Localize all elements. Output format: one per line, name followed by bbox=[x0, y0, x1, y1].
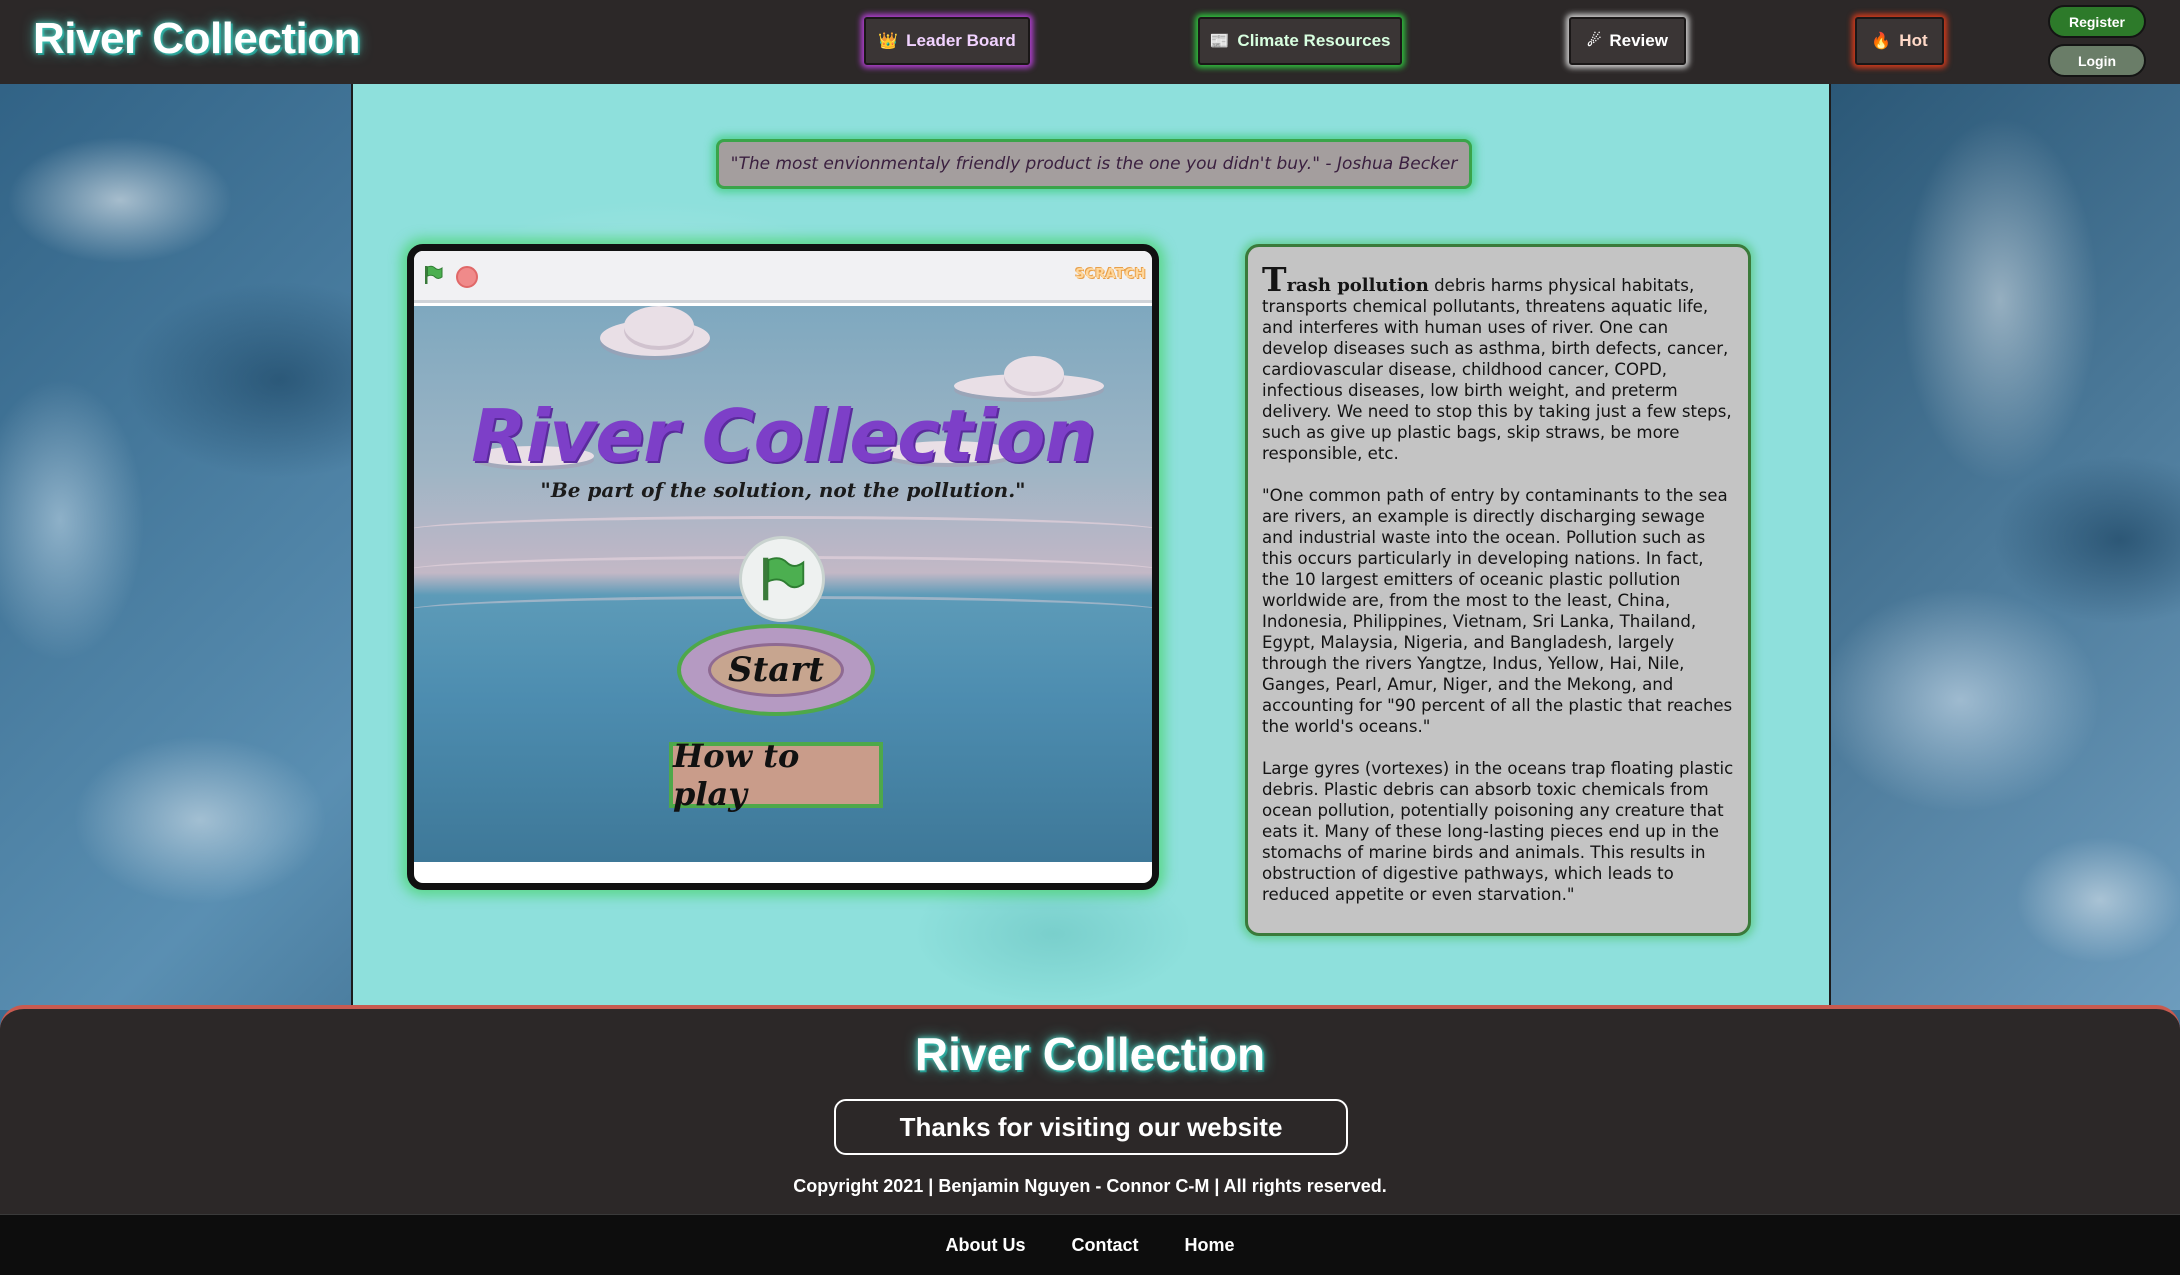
nav-climate-resources-button[interactable]: 📰 Climate Resources bbox=[1198, 17, 1402, 65]
info-lead: rash pollution bbox=[1286, 275, 1429, 296]
crown-icon: 👑 bbox=[878, 33, 899, 50]
footer-link-home[interactable]: Home bbox=[1184, 1235, 1234, 1256]
game-subtitle: "Be part of the solution, not the pollut… bbox=[540, 478, 1026, 502]
footer-logo: River Collection bbox=[914, 1028, 1266, 1080]
register-button[interactable]: Register bbox=[2048, 5, 2146, 38]
newspaper-icon: 📰 bbox=[1209, 33, 1230, 50]
quote-text: "The most envionmentaly friendly product… bbox=[730, 154, 1458, 174]
cloud-decoration bbox=[624, 306, 694, 346]
fire-icon: 🔥 bbox=[1871, 33, 1892, 50]
comet-icon: ☄ bbox=[1587, 33, 1602, 50]
login-button[interactable]: Login bbox=[2048, 44, 2146, 77]
pollution-info-panel: Trash pollution debris harms physical ha… bbox=[1245, 244, 1751, 936]
footer: River Collection Thanks for visiting our… bbox=[0, 1005, 2180, 1215]
scratch-logo[interactable]: SCRATCH bbox=[1075, 267, 1146, 282]
bottom-nav-bar: About Us Contact Home bbox=[0, 1214, 2180, 1275]
info-paragraph: Trash pollution debris harms physical ha… bbox=[1262, 263, 1734, 464]
nav-hot-button[interactable]: 🔥 Hot bbox=[1855, 17, 1944, 65]
how-to-play-button[interactable]: How to play bbox=[669, 737, 883, 813]
footer-link-about-us[interactable]: About Us bbox=[945, 1235, 1025, 1256]
nav-review-label: Review bbox=[1609, 31, 1668, 50]
nav-climate-resources-label: Climate Resources bbox=[1237, 31, 1391, 50]
game-stage[interactable]: River Collection "Be part of the solutio… bbox=[414, 306, 1152, 862]
drop-cap: T bbox=[1262, 260, 1287, 299]
nav-review-button[interactable]: ☄ Review bbox=[1569, 17, 1686, 65]
thanks-banner: Thanks for visiting our website bbox=[834, 1099, 1348, 1155]
game-title: River Collection bbox=[471, 394, 1095, 478]
start-button-label: Start bbox=[708, 643, 844, 697]
scratch-player: SCRATCH River Collection "Be part of the… bbox=[407, 244, 1159, 890]
quote-banner: "The most envionmentaly friendly product… bbox=[716, 139, 1472, 189]
site-logo[interactable]: River Collection bbox=[33, 14, 360, 64]
main-content-panel: "The most envionmentaly friendly product… bbox=[351, 84, 1831, 1010]
nav-leader-board-button[interactable]: 👑 Leader Board bbox=[864, 17, 1030, 65]
player-controls-bar: SCRATCH bbox=[414, 251, 1152, 303]
footer-link-contact[interactable]: Contact bbox=[1071, 1235, 1138, 1256]
info-paragraph-2: "One common path of entry by contaminant… bbox=[1262, 486, 1733, 736]
stop-icon[interactable] bbox=[456, 266, 478, 288]
green-flag-icon[interactable] bbox=[422, 264, 444, 286]
nav-leader-board-label: Leader Board bbox=[906, 31, 1016, 50]
nav-hot-label: Hot bbox=[1899, 31, 1928, 50]
top-nav-bar: River Collection 👑 Leader Board 📰 Climat… bbox=[0, 0, 2180, 84]
cloud-decoration bbox=[1004, 356, 1064, 392]
start-button[interactable]: Start bbox=[677, 624, 875, 716]
copyright-text: Copyright 2021 | Benjamin Nguyen - Conno… bbox=[793, 1176, 1387, 1196]
info-paragraph-3: Large gyres (vortexes) in the oceans tra… bbox=[1262, 759, 1734, 904]
info-paragraph-1-text: debris harms physical habitats, transpor… bbox=[1262, 276, 1732, 463]
green-flag-icon[interactable] bbox=[739, 536, 825, 622]
